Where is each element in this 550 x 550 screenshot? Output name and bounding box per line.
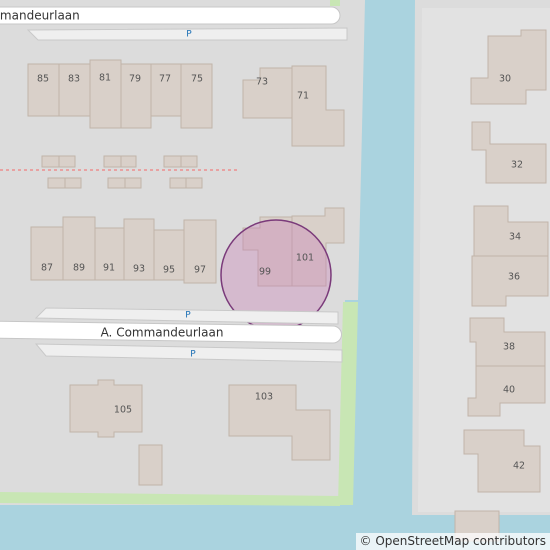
house-number: 101 [296,253,314,264]
house-number: 34 [509,232,521,243]
house-number: 42 [513,461,525,472]
house-number: 89 [73,263,85,274]
house-number: 71 [297,91,309,102]
sheds [41,155,203,189]
house-number: 38 [503,342,515,353]
house-number: 30 [499,74,511,85]
house-number: 99 [259,267,271,278]
building-row-north [27,59,213,129]
house-number: 105 [114,405,132,416]
map-attribution[interactable]: © OpenStreetMap contributors [355,533,550,550]
map-canvas: mmandeurlaan P 85 83 81 79 77 75 73 71 [0,0,550,550]
attribution-text[interactable]: © OpenStreetMap contributors [360,534,546,548]
map-view[interactable]: mmandeurlaan P 85 83 81 79 77 75 73 71 [0,0,550,550]
house-number: 77 [159,74,171,85]
house-number: 93 [133,264,145,275]
grass-strip-top [330,0,340,6]
house-number: 95 [163,265,175,276]
street-label-top: mmandeurlaan [0,9,80,23]
house-number: 75 [191,74,203,85]
house-number: 83 [68,74,80,85]
buildings-south [69,379,331,486]
parking-label-bottom: P [190,350,196,360]
house-number: 103 [255,392,273,403]
house-number: 73 [256,77,268,88]
parking-label-top: P [186,30,192,40]
house-number: 36 [508,272,520,283]
house-number: 97 [194,265,206,276]
house-number: 87 [41,263,53,274]
house-number: 40 [503,385,515,396]
building-row-south [30,216,217,284]
house-number: 79 [129,74,141,85]
parking-strip-bottom [34,343,343,363]
house-number: 32 [511,160,523,171]
house-number: 81 [99,73,111,84]
street-label-main: A. Commandeurlaan [101,326,224,340]
house-number: 91 [103,263,115,274]
house-number: 85 [37,74,49,85]
parking-label-mid: P [185,311,191,321]
grass-strip-bottom [0,492,340,506]
